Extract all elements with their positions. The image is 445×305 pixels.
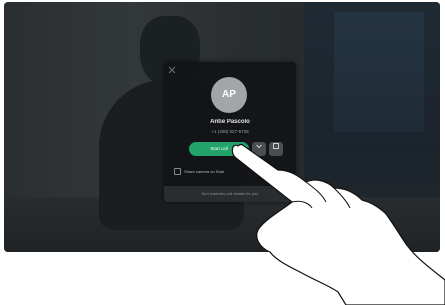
close-icon[interactable] — [168, 66, 176, 74]
caller-number: +1 (408) 527-5728 — [211, 129, 249, 134]
caller-name: Antie Pascolo — [210, 119, 250, 125]
hand-shape — [231, 143, 445, 305]
checkbox-icon[interactable] — [174, 168, 181, 176]
camera-option-label: Share camera on Start — [184, 169, 225, 174]
avatar: AP — [211, 77, 247, 113]
close-glyph — [168, 66, 176, 74]
pointing-hand-illustration — [231, 143, 445, 305]
